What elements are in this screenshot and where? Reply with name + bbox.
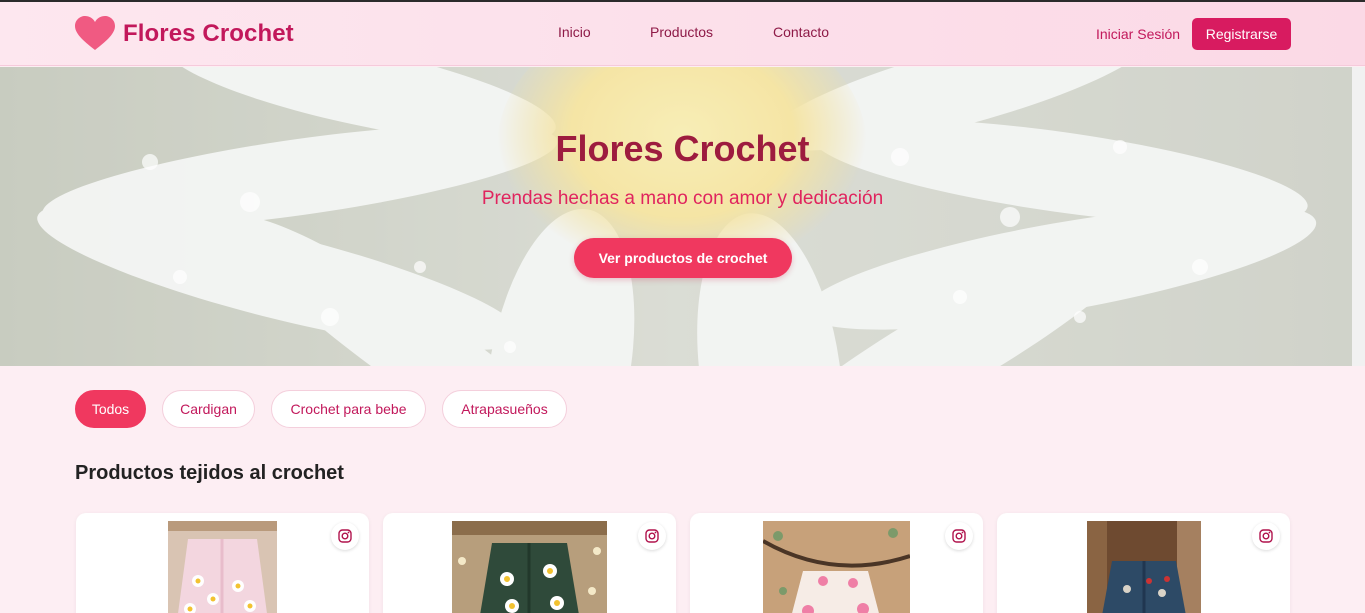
product-image[interactable]	[1087, 521, 1201, 613]
nav-link-inicio[interactable]: Inicio	[558, 24, 591, 40]
hero-title: Flores Crochet	[555, 128, 810, 169]
product-card[interactable]	[383, 513, 676, 613]
hero-banner	[0, 67, 1352, 366]
filter-crochet-para-bebe[interactable]: Crochet para bebe	[271, 390, 426, 428]
site-header: Flores Crochet Inicio Productos Contacto…	[0, 2, 1365, 66]
filter-todos[interactable]: Todos	[75, 390, 146, 428]
product-image[interactable]	[168, 521, 277, 613]
instagram-button[interactable]	[638, 522, 666, 550]
instagram-icon	[645, 529, 659, 543]
instagram-icon	[952, 529, 966, 543]
product-card[interactable]	[76, 513, 369, 613]
filter-atrapasuenos[interactable]: Atrapasueños	[442, 390, 567, 428]
products-section-title: Productos tejidos al crochet	[75, 462, 344, 484]
filter-cardigan[interactable]: Cardigan	[162, 390, 255, 428]
brand-name: Flores Crochet	[123, 20, 294, 47]
view-products-button[interactable]: Ver productos de crochet	[574, 238, 792, 278]
hero-overlay	[0, 67, 1352, 366]
hero-subtitle: Prendas hechas a mano con amor y dedicac…	[481, 188, 884, 209]
instagram-icon	[338, 529, 352, 543]
instagram-button[interactable]	[1252, 522, 1280, 550]
product-card[interactable]	[997, 513, 1290, 613]
instagram-icon	[1259, 529, 1273, 543]
brand-logo-link[interactable]: Flores Crochet	[74, 16, 294, 52]
instagram-button[interactable]	[331, 522, 359, 550]
nav-link-productos[interactable]: Productos	[650, 24, 713, 40]
product-card[interactable]	[690, 513, 983, 613]
heart-icon	[75, 16, 115, 50]
product-image[interactable]	[452, 521, 607, 613]
page-scrollbar[interactable]	[1352, 67, 1365, 366]
nav-link-contacto[interactable]: Contacto	[773, 24, 829, 40]
product-image[interactable]	[763, 521, 910, 613]
instagram-button[interactable]	[945, 522, 973, 550]
register-button[interactable]: Registrarse	[1192, 18, 1291, 50]
login-link[interactable]: Iniciar Sesión	[1096, 26, 1180, 42]
